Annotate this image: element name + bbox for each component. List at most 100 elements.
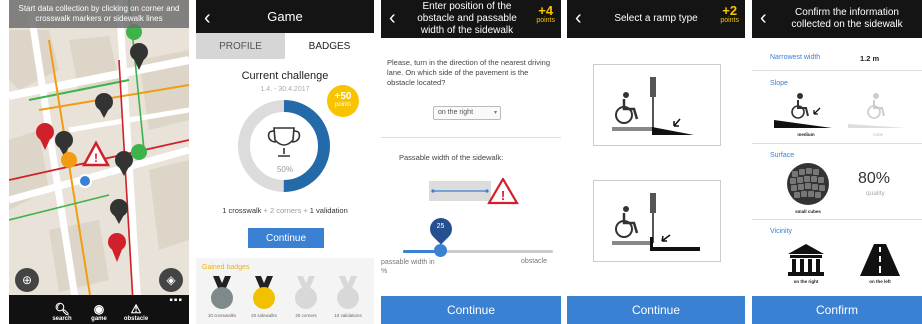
warning-icon: !: [487, 178, 519, 205]
map-instruction-banner: Start data collection by clicking on cor…: [9, 0, 189, 28]
points-badge: +50 points: [327, 85, 359, 117]
badge-item[interactable]: 20 sidewalks: [246, 276, 282, 318]
obstacle-screen: ‹ Enter position of the obstacle and pas…: [381, 0, 561, 324]
confirm-screen: ‹ Confirm the information collected on t…: [752, 0, 922, 324]
points-value: +2: [722, 3, 738, 18]
header: ‹ Enter position of the obstacle and pas…: [381, 0, 561, 38]
map-screen: ! Start data collection by clicking on c…: [9, 0, 189, 324]
challenge-title: Current challenge: [241, 70, 329, 82]
building-icon: [788, 244, 824, 276]
progress-validation: 1 validation: [309, 206, 348, 215]
sidewalk-width-label: Passable width of the sidewalk:: [399, 153, 504, 162]
points-label: points: [334, 102, 351, 108]
badge-item[interactable]: 10 crosswalks: [204, 276, 240, 318]
badge-caption: 20 corners: [295, 313, 317, 318]
ramp-option-sloped[interactable]: [593, 64, 721, 146]
search-icon: 🔍︎: [54, 302, 70, 316]
menu-dots-icon[interactable]: ▪▪▪: [169, 296, 183, 306]
chevron-down-icon: ▾: [493, 110, 497, 116]
badge-caption: 20 sidewalks: [251, 313, 277, 318]
tab-badges[interactable]: BADGES: [285, 33, 374, 59]
header: ‹ Confirm the information collected on t…: [752, 0, 922, 38]
svg-text:!: !: [501, 188, 505, 203]
divider: [752, 143, 922, 144]
slope-none-caption: none: [872, 132, 883, 137]
points-indicator: +4 points: [536, 4, 555, 26]
nav-obstacle-label: obstacle: [123, 316, 149, 322]
sidewalk-width-illustration: !: [429, 178, 519, 205]
medal-icon: [295, 276, 317, 309]
layers-button[interactable]: ◈: [159, 268, 183, 292]
cobblestone-icon: [787, 163, 829, 205]
nav-search[interactable]: 🔍︎ search: [47, 302, 77, 322]
bottom-nav: 🔍︎ search ◉ game ⚠ obstacle ▪▪▪: [9, 295, 189, 324]
back-arrow-icon[interactable]: ‹: [760, 8, 767, 28]
back-arrow-icon[interactable]: ‹: [389, 8, 396, 28]
header: ‹ Select a ramp type +2 points: [567, 0, 745, 38]
crosshair-icon: ⊕: [21, 273, 33, 287]
divider: [752, 219, 922, 220]
slope-none-icon[interactable]: [848, 90, 908, 130]
page-title: Confirm the information collected on the…: [791, 7, 903, 30]
slider-min-label: passable width in %: [381, 259, 435, 275]
badge-caption: 10 validations: [334, 313, 362, 318]
tab-bar: PROFILE BADGES: [196, 33, 374, 59]
slider-max-label: obstacle: [520, 258, 547, 265]
sloped-ramp-icon: [612, 77, 694, 135]
back-arrow-icon[interactable]: ‹: [575, 8, 582, 28]
points-label: points: [536, 17, 555, 24]
side-select-value: on the right: [438, 109, 474, 116]
ramp-option-lowered[interactable]: [593, 180, 721, 262]
progress-crosswalk: 1 crosswalk: [222, 206, 262, 215]
lowered-curb-icon: [612, 193, 700, 251]
warning-icon: ⚠: [130, 302, 142, 316]
gained-badges-label: Gained badges: [202, 264, 250, 271]
continue-button[interactable]: Continue: [248, 228, 324, 248]
locate-button[interactable]: ⊕: [15, 268, 39, 292]
slope-medium-icon[interactable]: [774, 90, 834, 130]
page-title: Game: [267, 8, 303, 24]
medal-icon: [211, 276, 233, 309]
surface-caption: small cubes: [795, 209, 821, 214]
side-select[interactable]: on the right ▾: [433, 106, 501, 120]
challenge-progress-text: 1 crosswalk + 2 corners + 1 validation: [196, 206, 374, 215]
slope-label: Slope: [770, 80, 788, 87]
width-slider-value: 25: [436, 223, 445, 230]
quality-label: quality: [866, 190, 885, 197]
challenge-progress-ring: [238, 100, 330, 192]
nav-obstacle[interactable]: ⚠ obstacle: [121, 302, 151, 322]
vicinity-label: Vicinity: [770, 228, 793, 235]
gamepad-icon: ◉: [93, 302, 105, 316]
side-question: Please, turn in the direction of the nea…: [387, 58, 551, 87]
badge-item[interactable]: 20 corners: [288, 276, 324, 318]
progress-corners: + 2 corners +: [261, 206, 310, 215]
page-title: Enter position of the obstacle and passa…: [417, 1, 517, 36]
narrowest-width-label: Narrowest width: [770, 54, 821, 61]
back-arrow-icon[interactable]: ‹: [204, 8, 211, 28]
vicinity-right-caption: on the right: [793, 279, 819, 284]
badge-caption: 10 crosswalks: [207, 313, 237, 318]
continue-button[interactable]: Continue: [381, 296, 561, 324]
width-slider-thumb[interactable]: [434, 244, 447, 257]
tab-profile[interactable]: PROFILE: [196, 33, 285, 59]
vicinity-left-caption: on the left: [869, 279, 891, 284]
points-indicator: +2 points: [720, 3, 739, 26]
svg-text:!: !: [94, 151, 98, 165]
page-title: Select a ramp type: [614, 13, 698, 24]
divider: [381, 137, 561, 138]
confirm-button[interactable]: Confirm: [752, 296, 922, 324]
narrowest-width-value: 1.2 m: [860, 54, 880, 63]
nav-game-label: game: [91, 316, 107, 322]
progress-percent: 50%: [276, 165, 293, 174]
nav-game[interactable]: ◉ game: [84, 302, 114, 322]
divider: [752, 70, 922, 71]
points-value: +50: [334, 91, 352, 102]
ramp-type-screen: ‹ Select a ramp type +2 points Continue: [567, 0, 745, 324]
badge-item[interactable]: 10 validations: [330, 276, 366, 318]
game-screen: ‹ Game PROFILE BADGES Current challenge …: [196, 0, 374, 324]
medal-icon: [253, 276, 275, 309]
medal-icon: [337, 276, 359, 309]
road-icon: [860, 244, 900, 276]
continue-button[interactable]: Continue: [567, 296, 745, 324]
quality-value: 80%: [858, 170, 891, 187]
